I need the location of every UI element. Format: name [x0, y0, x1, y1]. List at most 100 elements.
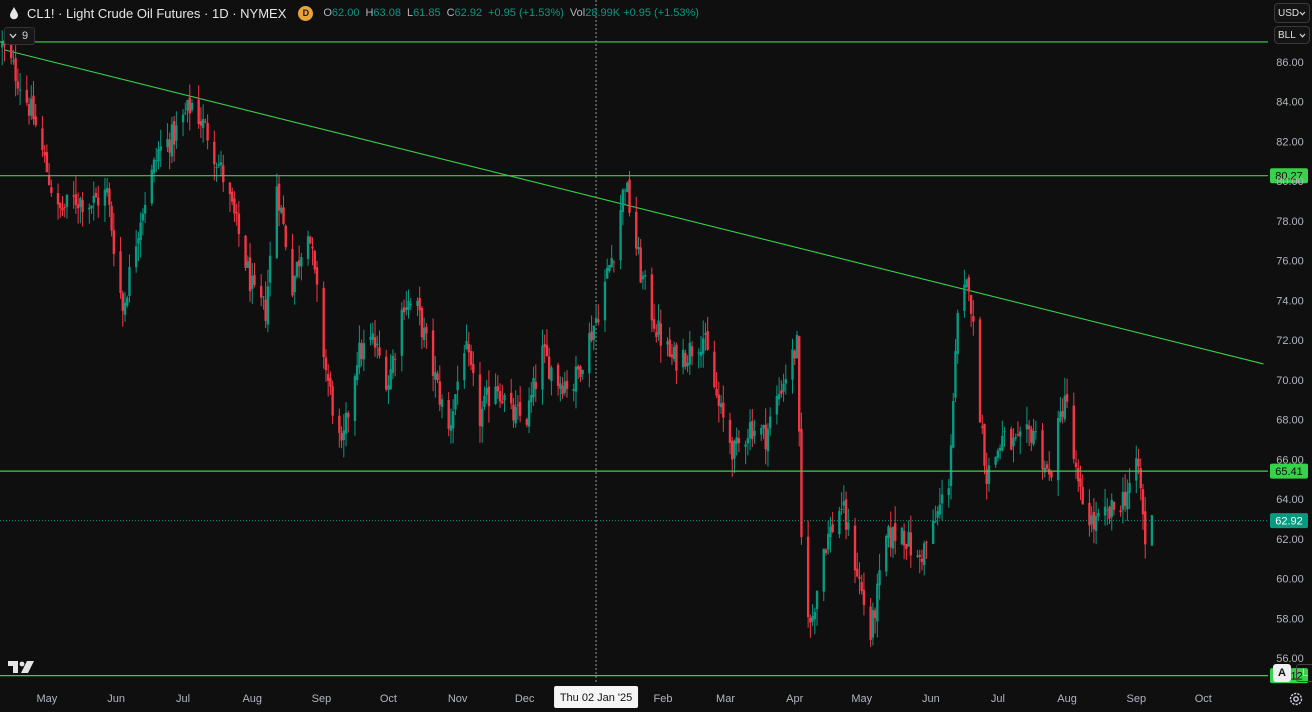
candle-body	[126, 297, 129, 306]
candle-body	[983, 424, 986, 466]
candle-body	[733, 440, 736, 459]
candle-body	[331, 386, 334, 416]
candle-body	[717, 394, 721, 406]
candle-body	[487, 386, 491, 407]
candle-body	[1088, 502, 1091, 526]
candle-body	[842, 501, 846, 506]
crosshair-date-label: Thu 02 Jan '25	[560, 692, 632, 704]
candle-body	[485, 388, 488, 395]
candle-body	[63, 207, 66, 209]
candle-body	[186, 100, 189, 111]
y-tick-label: 58.00	[1276, 613, 1304, 625]
candle-body	[371, 333, 375, 341]
candle-body	[907, 531, 910, 547]
candle-body	[451, 411, 455, 429]
x-tick-label: May	[36, 693, 57, 705]
candle-body	[916, 555, 919, 558]
y-tick-label: 64.00	[1276, 494, 1304, 506]
candle-body	[76, 204, 80, 209]
candle-body	[684, 352, 687, 367]
candle-body	[1137, 458, 1140, 467]
candle-body	[465, 340, 468, 350]
settings-icon[interactable]	[1288, 691, 1304, 707]
candle-body	[402, 307, 406, 313]
candle-body	[891, 526, 895, 549]
auto-scale-button[interactable]: A	[1273, 664, 1291, 682]
candle-body	[79, 198, 82, 207]
candle-body	[389, 369, 392, 390]
candle-body	[103, 189, 107, 206]
horizontal-levels[interactable]: 80.2765.4155.1262.92	[0, 41, 1308, 684]
candle-body	[1072, 405, 1075, 460]
candle-body	[885, 535, 888, 572]
candle-body	[293, 276, 296, 293]
x-tick-label: Dec	[515, 693, 535, 705]
candle-body	[440, 399, 444, 407]
candle-body	[315, 267, 319, 285]
indicators-toggle-button[interactable]: 9	[4, 27, 36, 45]
candle-body	[467, 343, 471, 353]
candle-body	[291, 248, 294, 296]
candle-body	[764, 424, 767, 450]
candle-body	[777, 393, 781, 400]
candle-body	[713, 351, 716, 388]
candle-body	[938, 504, 942, 515]
candle-body	[407, 300, 410, 310]
candle-body	[699, 351, 703, 357]
candle-body	[18, 89, 22, 91]
candle-body	[516, 404, 520, 406]
candle-body	[199, 121, 203, 126]
candle-body	[391, 355, 395, 374]
candle-body	[628, 179, 631, 213]
candle-body	[686, 362, 689, 367]
candle-body	[893, 523, 897, 541]
candle-body	[88, 207, 91, 210]
candle-body	[532, 377, 535, 398]
candle-body	[141, 213, 145, 221]
candle-body	[766, 428, 770, 452]
candle-body	[652, 319, 656, 329]
x-tick-label: Jul	[176, 693, 190, 705]
candle-body	[1110, 499, 1113, 517]
candle-body	[606, 267, 609, 279]
price-chart[interactable]: 80.2765.4155.1262.92 56.0058.0060.0062.0…	[0, 0, 1312, 712]
candle-body	[1061, 410, 1064, 417]
y-tick-label: 60.00	[1276, 574, 1304, 586]
candle-body	[204, 121, 207, 123]
unit-selector[interactable]: BLL	[1274, 26, 1310, 44]
market-status-badge[interactable]: D	[298, 5, 314, 21]
tradingview-logo[interactable]	[8, 659, 38, 675]
candle-body	[12, 60, 15, 62]
candle-body	[1090, 515, 1093, 525]
price-axis[interactable]: 56.0058.0060.0062.0064.0066.0068.0070.00…	[1276, 57, 1304, 665]
candle-body	[400, 309, 404, 356]
high-value: 63.08	[373, 7, 401, 19]
candle-body	[206, 122, 209, 141]
log-scale-button[interactable]: L	[1296, 664, 1312, 682]
candle-body	[420, 307, 424, 338]
candle-body	[1025, 424, 1029, 430]
candle-body	[105, 187, 109, 193]
trendline[interactable]	[4, 49, 1264, 365]
chevron-down-icon	[1299, 11, 1306, 16]
candle-body	[610, 258, 613, 268]
candle-body	[967, 277, 971, 292]
candle-body	[170, 124, 174, 157]
currency-selector[interactable]: USD	[1274, 3, 1310, 23]
x-tick-label: Apr	[786, 693, 803, 705]
change-value: +0.95 (+1.53%)	[488, 7, 564, 19]
candle-body	[681, 349, 685, 368]
candle-body	[190, 102, 194, 111]
indicators-count: 9	[22, 30, 29, 42]
candle-body	[14, 58, 17, 82]
time-axis[interactable]: May Jun Jul Aug Sep Oct Nov Dec Thu 02 Jan '25 Fe…	[36, 686, 1212, 708]
candle-body	[1019, 431, 1022, 437]
y-tick-label: 70.00	[1276, 375, 1304, 387]
candle-body	[215, 167, 218, 169]
candle-body	[472, 363, 475, 374]
chart-title[interactable]: CL1! · Light Crude Oil Futures · 1D · NY…	[27, 6, 286, 21]
volume-label: Vol	[569, 7, 586, 19]
candle-body	[326, 373, 330, 381]
candle-body	[297, 260, 301, 267]
candle-body	[518, 402, 522, 416]
